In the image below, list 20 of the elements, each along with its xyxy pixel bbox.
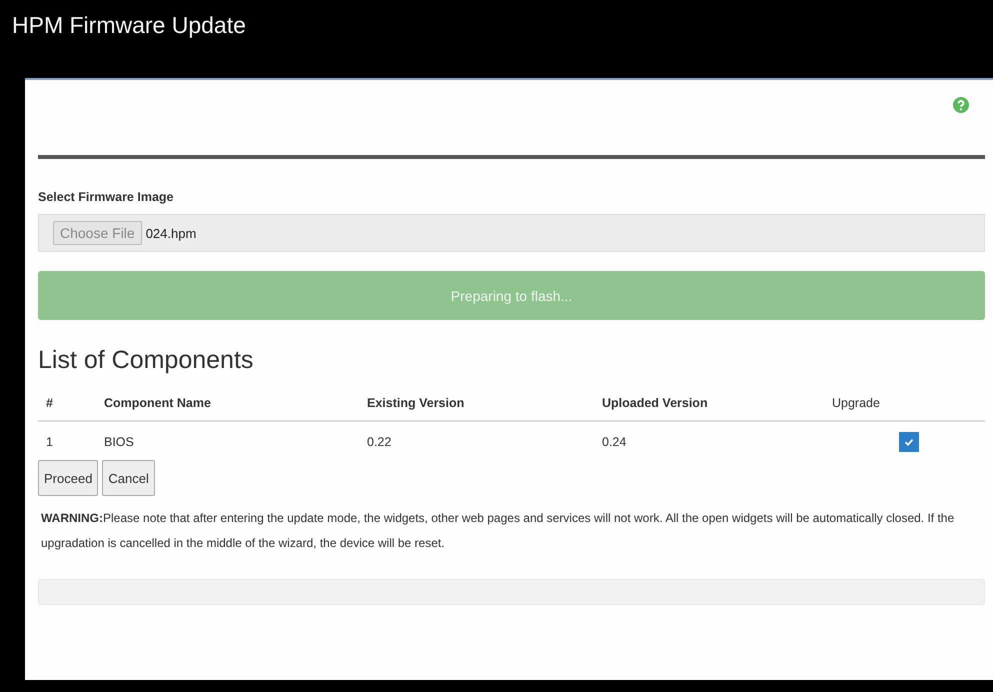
- page-title: HPM Firmware Update: [11, 11, 246, 40]
- action-button[interactable]: Proceed: [38, 460, 98, 496]
- section-heading: List of Components: [38, 346, 254, 375]
- column-header: Upgrade: [832, 396, 880, 410]
- help-icon[interactable]: [953, 97, 969, 113]
- table-cell: 0.22: [367, 435, 392, 449]
- column-header: Component Name: [104, 396, 211, 410]
- table-cell: 0.24: [602, 435, 626, 449]
- table-cell: 1: [46, 435, 53, 449]
- action-button[interactable]: Cancel: [102, 460, 155, 496]
- table-cell: BIOS: [104, 435, 134, 449]
- field-label: Select Firmware Image: [38, 190, 174, 204]
- column-header: #: [46, 396, 53, 410]
- upgrade-checkbox[interactable]: [898, 432, 918, 452]
- check-icon: [902, 436, 914, 448]
- warning-text: WARNING:Please note that after entering the update mode, the widgets, other web pages and services will not work. All the open widgets will be automatically closed. If the upgradation is cancelled in the middle of the wizard, the device will be reset.: [41, 510, 956, 552]
- file-input[interactable]: Choose File 024.hpm: [38, 214, 985, 252]
- column-header: Existing Version: [367, 396, 464, 410]
- column-header: Uploaded Version: [602, 396, 708, 410]
- progress-text: Preparing to flash...: [450, 288, 572, 304]
